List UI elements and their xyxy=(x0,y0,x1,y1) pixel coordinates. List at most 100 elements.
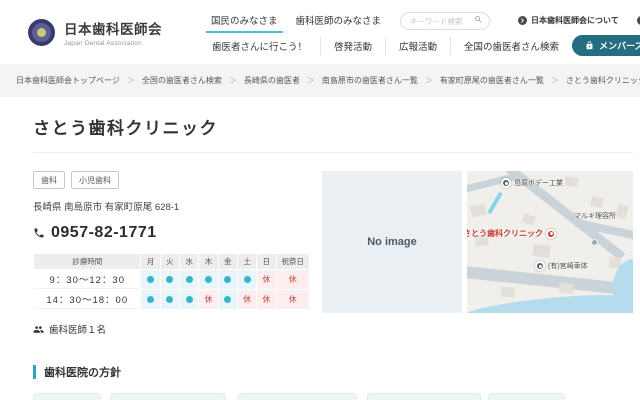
utility-link[interactable]: 日本歯科医師会について xyxy=(518,15,619,26)
schedule-column-header: 診療時間 xyxy=(34,254,140,269)
policy-section: 歯科医院の方針 xyxy=(33,364,633,400)
members-room-label: メンバーズルーム xyxy=(599,39,640,52)
map-pin-icon xyxy=(501,178,511,188)
schedule-column-header: 土 xyxy=(238,254,256,269)
arrow-circle-icon xyxy=(518,16,527,25)
nav-secondary-item[interactable]: 歯医者さんに行こう！ xyxy=(206,37,321,55)
nav-primary-item[interactable]: 国民のみなさま xyxy=(206,8,283,33)
policy-tag-placeholder xyxy=(488,393,565,400)
no-image-placeholder: No image xyxy=(322,171,462,313)
staff-count: 歯科医師１名 xyxy=(33,322,310,336)
clinic-info: 歯科小児歯科 長崎県 南島原市 有家町原尾 628-1 0957-82-1771… xyxy=(33,171,310,336)
breadcrumb: 日本歯科医師会トップページ ＞ 全国の歯医者さん検索 ＞ 長崎県の歯医者 ＞ 南島原市の歯医… xyxy=(0,64,640,97)
breadcrumb-item[interactable]: 全国の歯医者さん検索 xyxy=(142,75,222,86)
open-dot-icon xyxy=(244,276,251,283)
phone-number[interactable]: 0957-82-1771 xyxy=(51,224,157,242)
schedule-cell-open xyxy=(199,270,217,289)
map-building xyxy=(590,196,604,209)
site-logo[interactable]: 日本歯科医師会 Japan Dental Association xyxy=(28,0,206,64)
schedule-cell-closed: 休 xyxy=(257,270,275,289)
schedule-time: 9：30～12：30 xyxy=(34,270,140,289)
map-clinic-text: さとう歯科クリニック xyxy=(467,228,543,239)
clinic-media: No image xyxy=(322,171,633,313)
map-clinic-label[interactable]: さとう歯科クリニック xyxy=(467,228,556,239)
breadcrumb-separator: ＞ xyxy=(425,75,433,86)
policy-tag-placeholder xyxy=(33,393,101,400)
breadcrumb-separator: ＞ xyxy=(551,75,559,86)
lock-icon xyxy=(585,41,594,50)
schedule-column-header: 水 xyxy=(180,254,198,269)
clinic-tags: 歯科小児歯科 xyxy=(33,171,310,189)
schedule-cell-open xyxy=(238,270,256,289)
schedule-cell-open xyxy=(161,290,179,309)
map-building xyxy=(558,282,573,294)
open-dot-icon xyxy=(205,276,212,283)
nav-secondary-item[interactable]: 啓発活動 xyxy=(321,37,386,55)
open-dot-icon xyxy=(147,296,154,303)
members-room-button[interactable]: メンバーズルーム xyxy=(572,35,640,56)
schedule-cell-closed: 休 xyxy=(238,290,256,309)
logo-subtitle: Japan Dental Association xyxy=(64,40,162,47)
keyword-search xyxy=(400,11,490,31)
phone-icon xyxy=(33,227,45,239)
map-building xyxy=(501,287,515,298)
map[interactable]: 島原ボデー工業 マルキ理容所 さとう歯科クリニック (有)宮崎車体 xyxy=(467,171,633,313)
breadcrumb-item[interactable]: 有家町原尾の歯医者さん一覧 xyxy=(440,75,544,86)
logo-title: 日本歯科医師会 xyxy=(64,18,162,38)
schedule-column-header: 火 xyxy=(161,254,179,269)
map-poi-label[interactable]: 島原ボデー工業 xyxy=(501,178,563,188)
map-poi-text: 島原ボデー工業 xyxy=(514,178,563,188)
map-poi-text: (有)宮崎車体 xyxy=(548,261,588,271)
map-poi-label[interactable]: マルキ理容所 xyxy=(574,211,616,221)
nav-secondary-item[interactable]: 広報活動 xyxy=(386,37,451,55)
clinic-tag: 小児歯科 xyxy=(71,171,119,189)
open-dot-icon xyxy=(186,296,193,303)
map-water xyxy=(467,292,633,313)
open-dot-icon xyxy=(224,276,231,283)
schedule-cell-open xyxy=(219,270,237,289)
breadcrumb-item[interactable]: 長崎県の歯医者 xyxy=(244,75,300,86)
site-header: 日本歯科医師会 Japan Dental Association 国民のみなさま… xyxy=(0,0,640,64)
open-dot-icon xyxy=(166,296,173,303)
utility-link-label: 日本歯科医師会について xyxy=(531,15,619,26)
schedule-row: 14：30～18：00休休休休 xyxy=(34,290,309,309)
breadcrumb-item[interactable]: 日本歯科医師会トップページ xyxy=(16,75,120,86)
schedule-column-header: 金 xyxy=(219,254,237,269)
people-icon xyxy=(33,324,44,335)
header-row-bottom: 歯医者さんに行こう！啓発活動広報活動全国の歯医者さん検索 メンバーズルーム xyxy=(206,34,640,57)
map-building xyxy=(564,176,578,187)
schedule-column-header: 日 xyxy=(257,254,275,269)
main-content: さとう歯科クリニック 歯科小児歯科 長崎県 南島原市 有家町原尾 628-1 0… xyxy=(0,114,640,400)
open-dot-icon xyxy=(166,276,173,283)
schedule-cell-closed: 休 xyxy=(277,270,309,289)
breadcrumb-separator: ＞ xyxy=(307,75,315,86)
clinic-map-pin-icon xyxy=(546,229,556,239)
schedule-time: 14：30～18：00 xyxy=(34,290,140,309)
schedule-column-header: 祝祭日 xyxy=(277,254,309,269)
schedule-column-header: 木 xyxy=(199,254,217,269)
page: 日本歯科医師会 Japan Dental Association 国民のみなさま… xyxy=(0,0,640,400)
staff-count-label: 歯科医師１名 xyxy=(49,322,106,336)
nav-primary-item[interactable]: 歯科医師のみなさま xyxy=(291,8,387,33)
clinic-phone: 0957-82-1771 xyxy=(33,224,310,242)
breadcrumb-separator: ＞ xyxy=(229,75,237,86)
map-minor-pin-icon xyxy=(591,239,598,246)
map-poi-label[interactable]: (有)宮崎車体 xyxy=(535,261,588,271)
breadcrumb-item[interactable]: 南島原市の歯医者さん一覧 xyxy=(322,75,418,86)
schedule-cell-open xyxy=(141,290,159,309)
jda-logo-icon xyxy=(28,19,55,46)
search-icon[interactable] xyxy=(474,15,483,24)
nav-primary: 国民のみなさま歯科医師のみなさま xyxy=(206,8,386,33)
map-pin-icon xyxy=(535,261,545,271)
map-poi-text: マルキ理容所 xyxy=(574,211,616,221)
header-right: 国民のみなさま歯科医師のみなさま 日本歯科医師会についてENGLISH 歯医者さ… xyxy=(206,0,640,64)
header-row-top: 国民のみなさま歯科医師のみなさま 日本歯科医師会についてENGLISH xyxy=(206,0,640,34)
nav-secondary-item[interactable]: 全国の歯医者さん検索 xyxy=(451,37,572,55)
map-building xyxy=(522,213,536,226)
clinic-address: 長崎県 南島原市 有家町原尾 628-1 xyxy=(33,199,310,213)
schedule-table: 診療時間月火水木金土日祝祭日9：30～12：30休休14：30～18：00休休休… xyxy=(33,253,310,310)
schedule-cell-open xyxy=(141,270,159,289)
open-dot-icon xyxy=(224,296,231,303)
section-accent-bar xyxy=(33,365,36,379)
schedule-column-header: 月 xyxy=(141,254,159,269)
